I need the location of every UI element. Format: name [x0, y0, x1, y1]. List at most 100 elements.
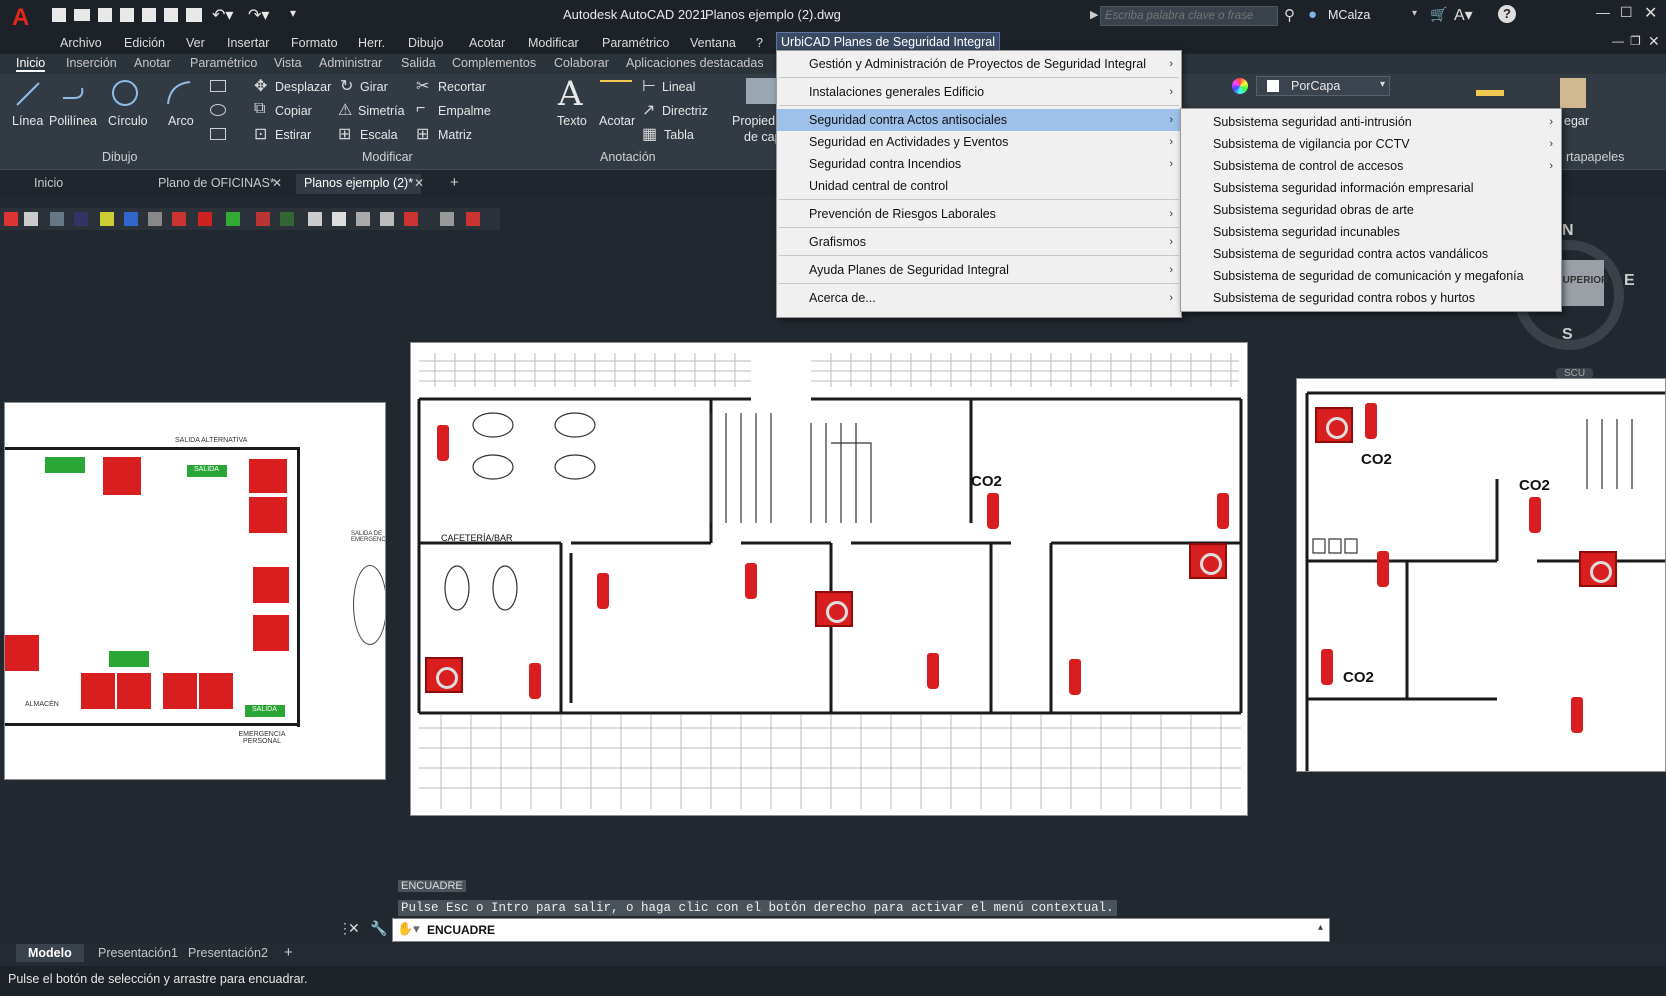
maximize-icon[interactable]: ☐	[1620, 4, 1633, 21]
menu-archivo[interactable]: Archivo	[56, 34, 106, 52]
menu-edicion[interactable]: Edición	[120, 34, 169, 52]
new-tab-icon[interactable]: +	[450, 174, 459, 191]
quick-access-saveas-icon[interactable]	[120, 8, 134, 22]
menu-modificar[interactable]: Modificar	[524, 34, 583, 52]
menu-urbicad[interactable]: UrbiCAD Planes de Seguridad Integral	[776, 32, 1001, 52]
tab-anotar[interactable]: Anotar	[134, 56, 171, 70]
minimize-icon[interactable]: —	[1596, 4, 1610, 20]
menu-item-riesgos-laborales[interactable]: Prevención de Riesgos Laborales ›	[777, 203, 1181, 225]
ribbon-properties-button[interactable]: Propied	[732, 114, 775, 128]
toolbar-tool-icon[interactable]	[74, 212, 88, 226]
tab-complementos[interactable]: Complementos	[452, 56, 536, 70]
quick-access-web-icon[interactable]	[142, 8, 156, 22]
submenu-item-cctv[interactable]: Subsistema de vigilancia por CCTV ›	[1181, 133, 1561, 155]
menu-item-actividades-eventos[interactable]: Seguridad en Actividades y Eventos ›	[777, 131, 1181, 153]
ribbon-paste-button[interactable]: egar	[1564, 114, 1589, 128]
layout-tab-presentacion2[interactable]: Presentación2	[182, 946, 274, 960]
toolbar-tool-icon[interactable]	[404, 212, 418, 226]
toolbar-tool-icon[interactable]	[256, 212, 270, 226]
menu-ventana[interactable]: Ventana	[686, 34, 740, 52]
menu-item-actos-antisociales[interactable]: Seguridad contra Actos antisociales ›	[777, 109, 1181, 131]
ribbon-table-button[interactable]: Tabla	[664, 128, 694, 142]
toolbar-tool-icon[interactable]	[124, 212, 138, 226]
doc-tab-inicio[interactable]: Inicio	[26, 174, 71, 194]
tab-salida[interactable]: Salida	[401, 56, 436, 70]
menu-ver[interactable]: Ver	[182, 34, 209, 52]
ribbon-leader-button[interactable]: Directriz	[662, 104, 708, 118]
panel-annotation-label[interactable]: Anotación	[600, 150, 656, 164]
user-icon[interactable]: ●	[1308, 6, 1317, 23]
menu-formato[interactable]: Formato	[287, 34, 342, 52]
autodesk-a360-icon[interactable]: A▾	[1454, 5, 1473, 25]
tab-inicio[interactable]: Inicio	[16, 56, 46, 72]
layout-tab-modelo[interactable]: Modelo	[16, 944, 84, 962]
search-icon[interactable]: ⚲	[1284, 6, 1295, 24]
doc-tab-planos-ejemplo[interactable]: Planos ejemplo (2)*	[296, 174, 422, 194]
command-line-input[interactable]: ✋▾ ENCUADRE ▴	[392, 918, 1330, 942]
tab-colaborar[interactable]: Colaborar	[554, 56, 609, 70]
menu-acotar[interactable]: Acotar	[465, 34, 509, 52]
ribbon-stretch-button[interactable]: Estirar	[275, 128, 311, 142]
menu-help[interactable]: ?	[752, 34, 767, 52]
submenu-item-control-accesos[interactable]: Subsistema de control de accesos ›	[1181, 155, 1561, 177]
help-icon[interactable]: ?	[1498, 5, 1516, 23]
panel-modify-label[interactable]: Modificar	[362, 150, 413, 164]
toolbar-tool-icon[interactable]	[332, 212, 346, 226]
ribbon-polyline-button[interactable]: Polilínea	[49, 114, 97, 128]
menu-item-unidad-central[interactable]: Unidad central de control	[777, 175, 1181, 197]
toolbar-tool-icon[interactable]	[380, 212, 394, 226]
autocad-logo-icon[interactable]: A	[12, 4, 29, 32]
submenu-item-informacion[interactable]: Subsistema seguridad información empresa…	[1181, 177, 1561, 199]
submenu-item-megafonia[interactable]: Subsistema de seguridad de comunicación …	[1181, 265, 1561, 287]
close-tab-oficinas-icon[interactable]: ✕	[272, 176, 282, 190]
toolbar-tool-icon[interactable]	[466, 212, 480, 226]
color-selector[interactable]: PorCapa ▾	[1256, 76, 1390, 96]
toolbar-tool-icon[interactable]	[440, 212, 454, 226]
submenu-item-incunables[interactable]: Subsistema seguridad incunables	[1181, 221, 1561, 243]
drawing-sheet-left[interactable]: SALIDA ALTERNATIVA SALIDA SALIDA ALMACÉN…	[4, 402, 386, 780]
user-dropdown-icon[interactable]: ▾	[1412, 8, 1417, 19]
menu-item-instalaciones[interactable]: Instalaciones generales Edificio ›	[777, 81, 1181, 103]
toolbar-tool-icon[interactable]	[308, 212, 322, 226]
doc-restore-icon[interactable]: ❐	[1630, 34, 1641, 48]
ribbon-line-button[interactable]: Línea	[12, 114, 43, 128]
panel-draw-label[interactable]: Dibujo	[102, 150, 137, 164]
toolbar-tool-icon[interactable]	[148, 212, 162, 226]
submenu-item-obras-arte[interactable]: Subsistema seguridad obras de arte	[1181, 199, 1561, 221]
menu-item-acerca[interactable]: Acerca de... ›	[777, 287, 1181, 309]
quick-access-new-icon[interactable]	[52, 8, 66, 22]
toolbar-tool-icon[interactable]	[280, 212, 294, 226]
ribbon-scale-button[interactable]: Escala	[360, 128, 398, 142]
menu-item-incendios[interactable]: Seguridad contra Incendios ›	[777, 153, 1181, 175]
paste-icon[interactable]	[1560, 78, 1586, 108]
doc-tab-oficinas[interactable]: Plano de OFICINAS*	[150, 174, 283, 194]
add-layout-icon[interactable]: +	[284, 944, 293, 961]
menu-parametrico[interactable]: Paramétrico	[598, 34, 673, 52]
menu-insertar[interactable]: Insertar	[223, 34, 273, 52]
panel-clipboard-label[interactable]: rtapapeles	[1566, 150, 1624, 164]
search-input[interactable]	[1100, 6, 1278, 26]
ribbon-dimension-button[interactable]: Acotar	[599, 114, 635, 128]
drawing-sheet-right[interactable]: CO2 CO2 CO2	[1296, 378, 1666, 772]
menu-herr[interactable]: Herr.	[354, 34, 389, 52]
doc-minimize-icon[interactable]: —	[1612, 34, 1624, 48]
menu-item-gestion[interactable]: Gestión y Administración de Proyectos de…	[777, 53, 1181, 75]
menu-item-ayuda[interactable]: Ayuda Planes de Seguridad Integral ›	[777, 259, 1181, 281]
gradient-icon[interactable]	[210, 128, 226, 140]
ribbon-circle-button[interactable]: Círculo	[108, 114, 148, 128]
toolbar-tool-icon[interactable]	[24, 212, 38, 226]
arc-icon[interactable]	[164, 78, 194, 108]
doc-close-icon[interactable]: ✕	[1648, 33, 1660, 50]
toolbar-tool-icon[interactable]	[4, 212, 18, 226]
close-tab-planos-icon[interactable]: ✕	[414, 176, 424, 190]
line-icon[interactable]	[14, 80, 42, 108]
toolbar-tool-icon[interactable]	[226, 212, 240, 226]
ribbon-move-button[interactable]: Desplazar	[275, 80, 331, 94]
tab-parametrico[interactable]: Paramétrico	[190, 56, 257, 70]
ribbon-fillet-button[interactable]: Empalme	[438, 104, 491, 118]
undo-icon[interactable]: ↶▾	[212, 5, 233, 25]
measure-icon[interactable]	[1476, 90, 1504, 96]
quick-access-plot-icon[interactable]	[164, 8, 178, 22]
tab-aplicaciones[interactable]: Aplicaciones destacadas	[626, 56, 764, 70]
circle-icon[interactable]	[110, 78, 140, 108]
